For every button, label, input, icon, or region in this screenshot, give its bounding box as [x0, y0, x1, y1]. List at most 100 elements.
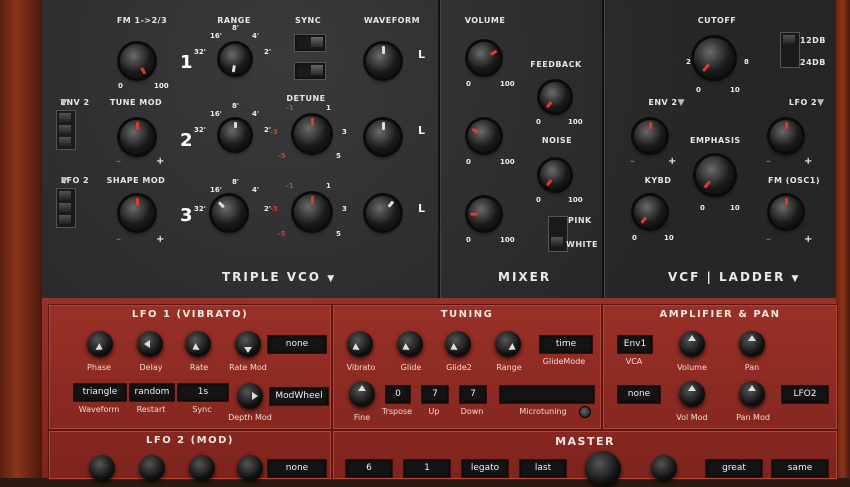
detune3-tick-1: 1	[326, 182, 331, 190]
glide-label: Glide	[400, 363, 422, 372]
master-volume-knob[interactable]	[585, 451, 621, 487]
mixer-volume-3-knob[interactable]	[468, 198, 500, 230]
lfo1-sync-select[interactable]: 1s	[177, 383, 229, 402]
tune-mod-label: TUNE MOD	[109, 98, 163, 107]
fine-knob[interactable]	[349, 381, 375, 407]
env2-selector-switch[interactable]	[56, 110, 76, 150]
wood-side-right	[836, 0, 850, 300]
lfo2-knob-3[interactable]	[189, 455, 215, 481]
lfo2-select[interactable]: none	[267, 459, 327, 478]
lfo1-delay-knob[interactable]	[137, 331, 163, 357]
feedback-knob[interactable]	[540, 82, 570, 112]
microtuning-led	[579, 406, 591, 418]
lfo1-waveform-label: Waveform	[78, 405, 120, 414]
master-unison-field[interactable]: 1	[403, 459, 451, 478]
lfo1-restart-select[interactable]: random	[129, 383, 175, 402]
lfo2-knob-1[interactable]	[89, 455, 115, 481]
vibrato-knob[interactable]	[347, 331, 373, 357]
noise-tick-100: 100	[568, 196, 583, 204]
kybd-knob[interactable]	[634, 196, 666, 228]
range3-tick-16: 16'	[210, 186, 222, 194]
detune3-tick-minus3: -3	[270, 205, 278, 213]
vca-select[interactable]: Env1	[617, 335, 653, 354]
bend-down-field[interactable]: 7	[459, 385, 487, 404]
lfo1-ratemod-label: Rate Mod	[229, 363, 267, 372]
master-voices-field[interactable]: 6	[345, 459, 393, 478]
detune-2-knob[interactable]	[294, 116, 330, 152]
lfo1-phase-knob[interactable]	[87, 331, 113, 357]
range2-tick-8: 8'	[232, 102, 240, 110]
mixer-volume-1-knob[interactable]	[468, 42, 500, 74]
detune3-tick-minus5: -5	[278, 230, 286, 238]
noise-color-switch[interactable]	[548, 216, 568, 252]
vcf-lfo2-knob[interactable]	[770, 120, 802, 152]
master-quality-select[interactable]: great	[705, 459, 763, 478]
kybd-tick-0: 0	[632, 234, 637, 242]
lfo1-rate-knob[interactable]	[185, 331, 211, 357]
lfo1-phase-label: Phase	[87, 363, 111, 372]
volmod-knob[interactable]	[679, 381, 705, 407]
volmod-select[interactable]: none	[617, 385, 661, 404]
sync-switch-1[interactable]	[294, 34, 326, 52]
bend-down-label: Down	[460, 407, 484, 416]
master-knob-2[interactable]	[651, 455, 677, 481]
waveform-1-knob[interactable]	[366, 44, 400, 78]
glidemode-select[interactable]: time	[539, 335, 593, 354]
master-priority-select[interactable]: last	[519, 459, 567, 478]
lfo1-depthmod-knob[interactable]	[237, 383, 263, 409]
pan-knob[interactable]	[739, 331, 765, 357]
glide2-knob[interactable]	[445, 331, 471, 357]
pan-label: Pan	[744, 363, 760, 372]
slope-switch[interactable]	[780, 32, 800, 68]
glide-knob[interactable]	[397, 331, 423, 357]
lfo1-waveform-select[interactable]: triangle	[73, 383, 127, 402]
shape-mod-knob[interactable]	[120, 196, 154, 230]
cutoff-knob[interactable]	[694, 38, 734, 78]
cutoff-label: CUTOFF	[697, 16, 737, 25]
lfo2-label-vco: ▼ LFO 2	[60, 176, 90, 186]
vcf-title[interactable]: VCF | LADDER ▼	[668, 270, 800, 284]
lfo1-section: LFO 1 (VIBRATO) Phase Delay Rate Rate Mo…	[48, 304, 332, 430]
waveform-3-knob[interactable]	[366, 196, 400, 230]
trspose-field[interactable]: 0	[385, 385, 411, 404]
waveform-2-knob[interactable]	[366, 120, 400, 154]
range-1-knob[interactable]	[220, 44, 250, 74]
emphasis-knob[interactable]	[696, 156, 734, 194]
lfo2-selector-switch[interactable]	[56, 188, 76, 228]
range-knob[interactable]	[495, 331, 521, 357]
lfo1-rate-label: Rate	[189, 363, 209, 372]
tune-mod-knob[interactable]	[120, 120, 154, 154]
env2-label-vco: ▼ ENV 2	[60, 98, 90, 108]
tuning-section: TUNING Vibrato Glide Glide2 Range time G…	[332, 304, 602, 430]
panmod-knob[interactable]	[739, 381, 765, 407]
master-mode-select[interactable]: legato	[461, 459, 509, 478]
emphasis-label: EMPHASIS	[690, 136, 741, 145]
mixer-volume-2-knob[interactable]	[468, 120, 500, 152]
waveform-label: WAVEFORM	[363, 16, 421, 25]
microtuning-select[interactable]	[499, 385, 595, 404]
panmod-select[interactable]: LFO2	[781, 385, 829, 404]
lfo1-ratemod-knob[interactable]	[235, 331, 261, 357]
tuning-title: TUNING	[440, 309, 494, 320]
range1-tick-16: 16'	[210, 32, 222, 40]
range-3-knob[interactable]	[212, 196, 246, 230]
fm-osc1-knob[interactable]	[770, 196, 802, 228]
lfo2-section: LFO 2 (MOD) none	[48, 430, 332, 481]
detune2-tick-1: 1	[326, 104, 331, 112]
lfo2-knob-4[interactable]	[237, 455, 263, 481]
lfo1-depthmod-select[interactable]: ModWheel	[269, 387, 329, 406]
emph-tick-10: 10	[730, 204, 740, 212]
sync-switch-2[interactable]	[294, 62, 326, 80]
detune-3-knob[interactable]	[294, 194, 330, 230]
lfo1-ratemod-select[interactable]: none	[267, 335, 327, 354]
range-2-knob[interactable]	[220, 120, 250, 150]
amp-volume-knob[interactable]	[679, 331, 705, 357]
master-velocity-select[interactable]: same	[771, 459, 829, 478]
lfo2-knob-2[interactable]	[139, 455, 165, 481]
fm-knob[interactable]	[120, 44, 154, 78]
fm-tick-min: 0	[118, 82, 123, 90]
vcf-env2-knob[interactable]	[634, 120, 666, 152]
triple-vco-title[interactable]: TRIPLE VCO ▼	[222, 270, 336, 284]
bend-up-field[interactable]: 7	[421, 385, 449, 404]
noise-knob[interactable]	[540, 160, 570, 190]
